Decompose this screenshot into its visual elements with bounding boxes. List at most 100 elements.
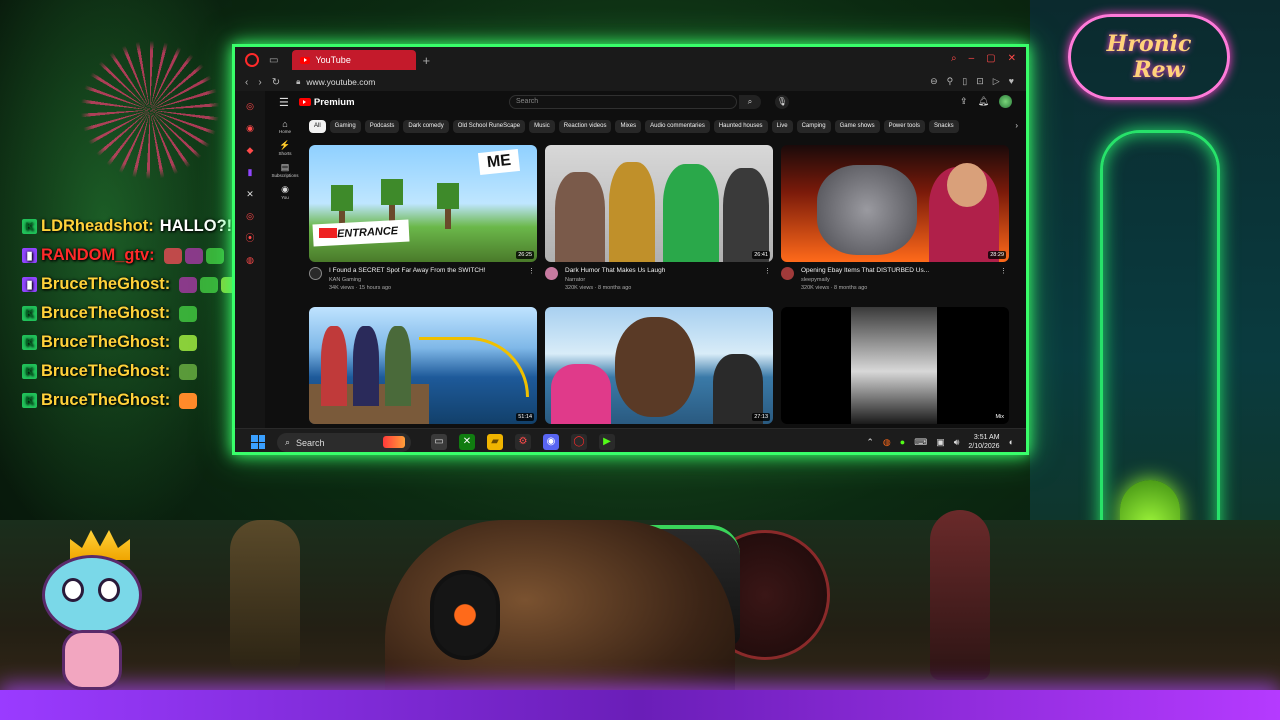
opera-sidebar-item-icon[interactable]: ⦿ [243,231,257,245]
zoom-icon[interactable]: ⊖ [930,76,938,87]
heart-icon[interactable]: ♥ [1009,76,1014,87]
opera-icon[interactable] [245,53,259,67]
opera-sidebar-item-icon[interactable]: ◉ [243,121,257,135]
new-tab-icon[interactable]: + [422,53,430,68]
filter-chip[interactable]: Camping [796,120,831,133]
settings-icon[interactable]: ⚙ [515,434,531,450]
video-card[interactable]: 26:41 Dark Humor That Makes Us Laugh Nar… [545,145,773,302]
lock-icon[interactable]: 🔒︎ [296,77,300,87]
volume-icon[interactable]: 🔊︎ [954,437,960,448]
filter-chip[interactable]: Music [529,120,555,133]
search-tabs-icon[interactable]: ⌕ [951,53,957,64]
video-thumbnail[interactable]: 28:29 [781,145,1009,262]
channel-avatar[interactable] [781,267,794,280]
tray-mic-icon[interactable]: ● [900,437,905,447]
video-title[interactable]: Opening Ebay Items That DISTURBED Us... [801,267,1001,274]
video-thumbnail[interactable]: 51:14 [309,307,537,424]
youtube-favicon-icon [300,56,311,64]
extension-icon[interactable]: ⚲ [947,76,954,87]
filter-chip[interactable]: Dark comedy [403,120,449,133]
forward-icon[interactable]: › [258,77,261,88]
guide-item[interactable]: ◉ You [265,184,305,200]
notification-center-icon[interactable]: ◐ [1009,437,1014,447]
video-card[interactable]: ME ENTRANCE 26:25 I Found a SECRET Spot … [309,145,537,302]
filter-chip[interactable]: Snacks [928,120,959,133]
filter-chip[interactable]: Audio commentaries [645,120,710,133]
video-card[interactable]: 28:29 Opening Ebay Items That DISTURBED … [781,145,1009,302]
opera-sidebar-item-icon[interactable]: ◆ [243,143,257,157]
x-icon[interactable]: ✕ [243,187,257,201]
create-icon[interactable]: ⇪ [960,96,968,107]
video-title[interactable]: I Found a SECRET Spot Far Away From the … [329,267,529,274]
opera-sidebar-item-icon[interactable]: ◍ [243,253,257,267]
start-button[interactable] [251,435,265,449]
youtube-logo[interactable]: Premium [298,97,355,108]
minimize-icon[interactable]: – [969,53,975,64]
url-field[interactable]: www.youtube.com [306,77,375,87]
video-thumbnail[interactable]: ME ENTRANCE 26:25 [309,145,537,262]
xbox-icon[interactable]: ✕ [459,434,475,450]
kick-icon[interactable]: ▶ [599,434,615,450]
twitch-icon[interactable]: ▮ [243,165,257,179]
bookmark-icon[interactable]: ▯ [962,76,967,87]
filter-chip[interactable]: Power tools [883,120,925,133]
video-thumbnail[interactable]: 26:41 [545,145,773,262]
search-button[interactable]: ⌕ [739,95,761,109]
opera-sidebar-item-icon[interactable]: ◎ [243,209,257,223]
filter-chip[interactable]: All [309,120,326,133]
filter-chip[interactable]: Podcasts [364,120,400,133]
guide-item[interactable]: ⌂ Home [265,119,305,134]
player-icon[interactable]: ▷ [993,76,1000,87]
back-icon[interactable]: ‹ [245,77,248,88]
video-card[interactable]: 27:13 [545,307,773,424]
discord-icon[interactable]: ◉ [543,434,559,450]
tab-youtube[interactable]: YouTube [292,50,417,70]
task-view-icon[interactable]: ▭ [431,434,447,450]
more-options-icon[interactable]: ⋮ [1000,267,1007,275]
filter-chip[interactable]: Reaction videos [558,120,612,133]
network-icon[interactable]: ▣ [936,437,945,448]
chevron-right-icon[interactable]: › [1015,121,1018,130]
maximize-icon[interactable]: ▢ [986,53,995,64]
taskbar-search[interactable]: ⌕ Search [277,433,411,452]
opera-sidebar-item-icon[interactable]: ◎ [243,99,257,113]
filter-chip[interactable]: Old School RuneScape [452,120,526,133]
channel-avatar[interactable] [545,267,558,280]
channel-name[interactable]: sleepymaily [801,277,830,283]
snapshot-icon[interactable]: ⊡ [976,76,984,87]
filter-chip[interactable]: Mixes [615,120,642,133]
filter-chip[interactable]: Gaming [329,120,361,133]
clock[interactable]: 3:51 AM 2/10/2026 [968,433,999,451]
video-thumbnail[interactable]: 27:13 [545,307,773,424]
voice-search-button[interactable]: 🎙︎ [775,95,789,109]
youtube-page: ☰ Premium Search ⌕ 🎙︎ ⇪ 🔔︎ ⌂ Home ⚡ Shorts ▤… [265,91,1026,428]
more-options-icon[interactable]: ⋮ [528,267,535,275]
filter-chip[interactable]: Live [771,120,793,133]
reload-icon[interactable]: ↻ [272,77,280,88]
filter-chip[interactable]: Game shows [834,120,880,133]
opera-taskbar-icon[interactable]: ◯ [571,434,587,450]
video-title[interactable]: Dark Humor That Makes Us Laugh [565,267,765,274]
search-icon: ⌕ [747,97,753,106]
tab-manager-icon[interactable]: ▭ [269,55,278,66]
close-icon[interactable]: ✕ [1008,53,1016,64]
video-card[interactable]: 51:14 [309,307,537,424]
channel-avatar[interactable] [309,267,322,280]
avatar[interactable] [999,95,1012,108]
keyboard-icon[interactable]: ⌨ [914,437,927,448]
filter-chip[interactable]: Haunted houses [713,120,768,133]
video-thumbnail[interactable]: Mix [781,307,1009,424]
video-card[interactable]: Mix [781,307,1009,424]
guide-item[interactable]: ▤ Subscriptions [265,162,305,178]
channel-name[interactable]: KAN Gaming [329,277,361,283]
channel-name[interactable]: Narrator [565,277,585,283]
notifications-icon[interactable]: 🔔︎ [978,96,989,107]
chevron-up-icon[interactable]: ⌃ [866,437,874,448]
guide-item[interactable]: ⚡ Shorts [265,140,305,156]
file-explorer-icon[interactable]: ▰ [487,434,503,450]
tray-app-icon[interactable]: ◍ [883,437,891,448]
search-input[interactable]: Search [509,95,737,109]
clock-time: 3:51 AM [973,434,1000,441]
menu-icon[interactable]: ☰ [279,96,289,109]
more-options-icon[interactable]: ⋮ [764,267,771,275]
